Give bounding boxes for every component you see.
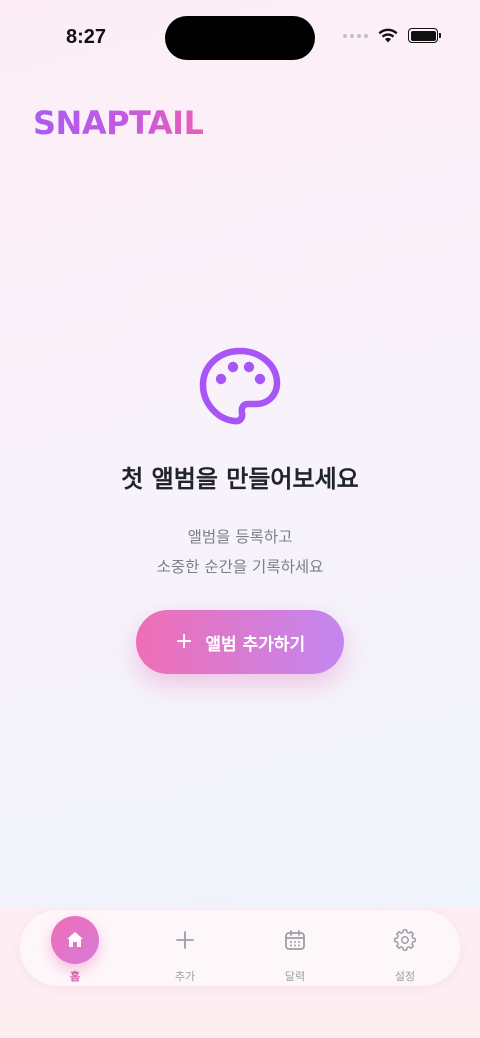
dynamic-island: [165, 16, 315, 60]
add-album-label: 앨범 추가하기: [205, 634, 306, 655]
tab-home[interactable]: 홈: [27, 910, 123, 986]
calendar-icon: [285, 930, 305, 950]
tab-bar-area: 홈 추가 달력 설정: [0, 908, 480, 1038]
palette-icon: [199, 347, 281, 425]
status-bar: 8:27: [0, 0, 480, 78]
tab-settings-label: 설정: [394, 970, 416, 983]
app-logo: SNAPTAIL: [33, 104, 204, 142]
empty-state-title: 첫 앨범을 만들어보세요: [121, 465, 359, 493]
tab-calendar[interactable]: 달력: [247, 910, 343, 986]
tab-settings[interactable]: 설정: [357, 910, 453, 986]
home-icon: [67, 932, 83, 947]
wifi-icon: [378, 28, 398, 43]
tab-add-label: 추가: [174, 970, 196, 983]
description-line-2: 소중한 순간을 기록하세요: [156, 558, 324, 576]
calendar-icon-wrap: [271, 916, 319, 964]
tab-calendar-label: 달력: [284, 970, 306, 983]
battery-icon: [408, 28, 441, 43]
plus-icon: [176, 931, 194, 949]
tab-add[interactable]: 추가: [137, 910, 233, 986]
add-album-button[interactable]: + 앨범 추가하기: [136, 610, 344, 674]
empty-state: 첫 앨범을 만들어보세요 앨범을 등록하고 소중한 순간을 기록하세요: [0, 345, 480, 582]
status-indicators: [343, 28, 441, 43]
empty-state-description: 앨범을 등록하고 소중한 순간을 기록하세요: [0, 522, 480, 582]
description-line-1: 앨범을 등록하고: [187, 528, 293, 546]
gear-icon: [394, 929, 416, 951]
status-time: 8:27: [66, 26, 107, 48]
tab-bar: 홈 추가 달력 설정: [20, 910, 460, 986]
gear-icon-wrap: [381, 916, 429, 964]
home-icon-wrap: [51, 916, 99, 964]
tab-home-label: 홈: [69, 970, 81, 983]
signal-icon: [343, 33, 368, 38]
add-icon-wrap: [161, 916, 209, 964]
plus-icon: +: [174, 629, 194, 654]
